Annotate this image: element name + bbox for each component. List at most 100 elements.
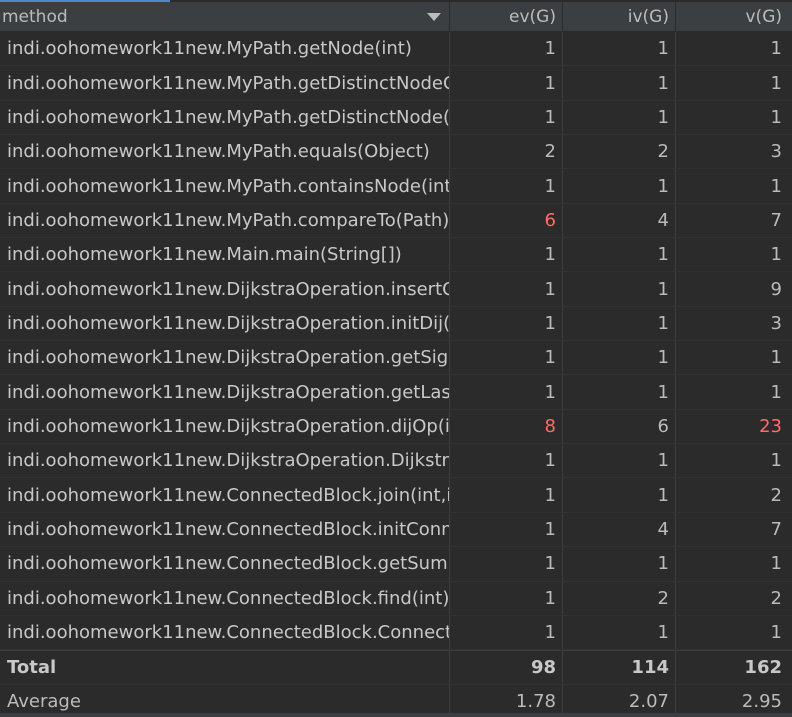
column-header-v[interactable]: v(G)	[676, 2, 792, 31]
ev-cell: 1	[450, 547, 563, 581]
iv-cell: 4	[563, 512, 676, 547]
column-header-iv[interactable]: iv(G)	[563, 2, 676, 31]
v-cell: 9	[770, 278, 782, 300]
ev-cell: 1	[450, 32, 563, 66]
iv-cell: 1	[563, 341, 676, 375]
v-cell: 1	[770, 244, 782, 266]
total-iv: 114	[563, 651, 676, 684]
ev-cell: 2	[450, 135, 563, 169]
iv-cell: 1	[563, 615, 676, 650]
iv-cell: 2	[563, 581, 676, 615]
table-row[interactable]: indi.oohomework11new.MyPath.containsNode…	[0, 169, 792, 204]
v-cell: 1	[770, 38, 782, 60]
table-header: method ev(G) iv(G) v(G)	[0, 2, 792, 32]
table-row[interactable]: indi.oohomework11new.Main.main(String[])…	[0, 238, 792, 273]
iv-cell: 2	[563, 135, 676, 169]
table-row[interactable]: indi.oohomework11new.MyPath.equals(Objec…	[0, 135, 792, 170]
method-name-cell: indi.oohomework11new.MyPath.getDistinctN…	[0, 66, 450, 100]
table-row[interactable]: indi.oohomework11new.DijkstraOperation.g…	[0, 375, 792, 410]
table-row[interactable]: indi.oohomework11new.DijkstraOperation.i…	[0, 306, 792, 342]
iv-cell: 4	[563, 203, 676, 238]
ev-cell: 1	[450, 478, 563, 512]
iv-cell: 1	[563, 375, 676, 409]
method-name-cell: indi.oohomework11new.DijkstraOperation.D…	[0, 444, 450, 478]
v-cell: 1	[770, 381, 782, 403]
table-row[interactable]: indi.oohomework11new.ConnectedBlock.init…	[0, 512, 792, 548]
method-name-cell: indi.oohomework11new.DijkstraOperation.g…	[0, 341, 450, 375]
iv-cell: 1	[563, 169, 676, 203]
v-cell: 1	[770, 175, 782, 197]
column-header-ev[interactable]: ev(G)	[450, 2, 563, 31]
column-header-method-label: method	[2, 6, 68, 27]
v-cell: 1	[770, 72, 782, 94]
method-name-cell: indi.oohomework11new.ConnectedBlock.Conn…	[0, 615, 450, 650]
method-name-cell: indi.oohomework11new.ConnectedBlock.find…	[0, 581, 450, 615]
v-cell: 23	[759, 415, 782, 437]
complexity-metrics-table: method ev(G) iv(G) v(G) indi.oohomework1…	[0, 2, 792, 717]
method-name-cell: indi.oohomework11new.DijkstraOperation.i…	[0, 306, 450, 341]
v-cell: 2	[770, 484, 782, 506]
ev-cell: 1	[450, 66, 563, 100]
table-row[interactable]: indi.oohomework11new.ConnectedBlock.Conn…	[0, 615, 792, 651]
v-cell: 3	[770, 312, 782, 334]
v-cell: 2	[770, 587, 782, 609]
method-name-cell: indi.oohomework11new.ConnectedBlock.getS…	[0, 547, 450, 581]
ev-cell: 1	[450, 375, 563, 409]
table-row[interactable]: indi.oohomework11new.DijkstraOperation.D…	[0, 444, 792, 479]
ev-cell: 1	[450, 615, 563, 650]
v-cell: 7	[770, 209, 782, 231]
v-cell: 1	[770, 553, 782, 575]
method-name-cell: indi.oohomework11new.DijkstraOperation.i…	[0, 272, 450, 306]
table-row[interactable]: indi.oohomework11new.DijkstraOperation.d…	[0, 409, 792, 445]
iv-cell: 1	[563, 66, 676, 100]
method-name-cell: indi.oohomework11new.Main.main(String[])	[0, 238, 450, 272]
table-row[interactable]: indi.oohomework11new.ConnectedBlock.find…	[0, 581, 792, 616]
ev-cell: 1	[450, 581, 563, 615]
horizontal-scrollbar[interactable]	[0, 713, 792, 717]
ev-cell: 1	[450, 512, 563, 547]
iv-cell: 1	[563, 238, 676, 272]
sort-descending-icon[interactable]	[427, 12, 441, 21]
v-cell: 1	[770, 622, 782, 644]
table-row[interactable]: indi.oohomework11new.DijkstraOperation.g…	[0, 341, 792, 376]
table-row[interactable]: indi.oohomework11new.ConnectedBlock.join…	[0, 478, 792, 513]
total-row[interactable]: Total 98 114 162	[0, 650, 792, 685]
table-row[interactable]: indi.oohomework11new.MyPath.getDistinctN…	[0, 100, 792, 136]
method-name-cell: indi.oohomework11new.ConnectedBlock.init…	[0, 512, 450, 547]
table-row[interactable]: indi.oohomework11new.ConnectedBlock.getS…	[0, 547, 792, 582]
table-body: indi.oohomework11new.MyPath.getNode(int)…	[0, 32, 792, 651]
iv-cell: 6	[563, 409, 676, 444]
method-name-cell: indi.oohomework11new.DijkstraOperation.d…	[0, 409, 450, 444]
ev-cell: 6	[450, 203, 563, 238]
column-header-method[interactable]: method	[0, 2, 450, 31]
table-row[interactable]: indi.oohomework11new.MyPath.getNode(int)…	[0, 32, 792, 67]
iv-cell: 1	[563, 272, 676, 306]
total-v: 162	[744, 656, 782, 678]
table-row[interactable]: indi.oohomework11new.DijkstraOperation.i…	[0, 272, 792, 307]
iv-cell: 1	[563, 32, 676, 66]
v-cell: 1	[770, 347, 782, 369]
iv-cell: 1	[563, 478, 676, 512]
ev-cell: 1	[450, 341, 563, 375]
ev-cell: 1	[450, 306, 563, 341]
iv-cell: 1	[563, 306, 676, 341]
total-label: Total	[0, 651, 450, 684]
method-name-cell: indi.oohomework11new.DijkstraOperation.g…	[0, 375, 450, 409]
ev-cell: 1	[450, 238, 563, 272]
ev-cell: 1	[450, 100, 563, 135]
ev-cell: 8	[450, 409, 563, 444]
ev-cell: 1	[450, 272, 563, 306]
method-name-cell: indi.oohomework11new.MyPath.containsNode…	[0, 169, 450, 203]
ev-cell: 1	[450, 169, 563, 203]
v-cell: 1	[770, 106, 782, 128]
v-cell: 7	[770, 518, 782, 540]
total-ev: 98	[450, 651, 563, 684]
method-name-cell: indi.oohomework11new.MyPath.compareTo(Pa…	[0, 203, 450, 238]
table-row[interactable]: indi.oohomework11new.MyPath.getDistinctN…	[0, 66, 792, 101]
method-name-cell: indi.oohomework11new.ConnectedBlock.join…	[0, 478, 450, 512]
iv-cell: 1	[563, 444, 676, 478]
method-name-cell: indi.oohomework11new.MyPath.equals(Objec…	[0, 135, 450, 169]
table-row[interactable]: indi.oohomework11new.MyPath.compareTo(Pa…	[0, 203, 792, 239]
iv-cell: 1	[563, 100, 676, 135]
method-name-cell: indi.oohomework11new.MyPath.getDistinctN…	[0, 100, 450, 135]
